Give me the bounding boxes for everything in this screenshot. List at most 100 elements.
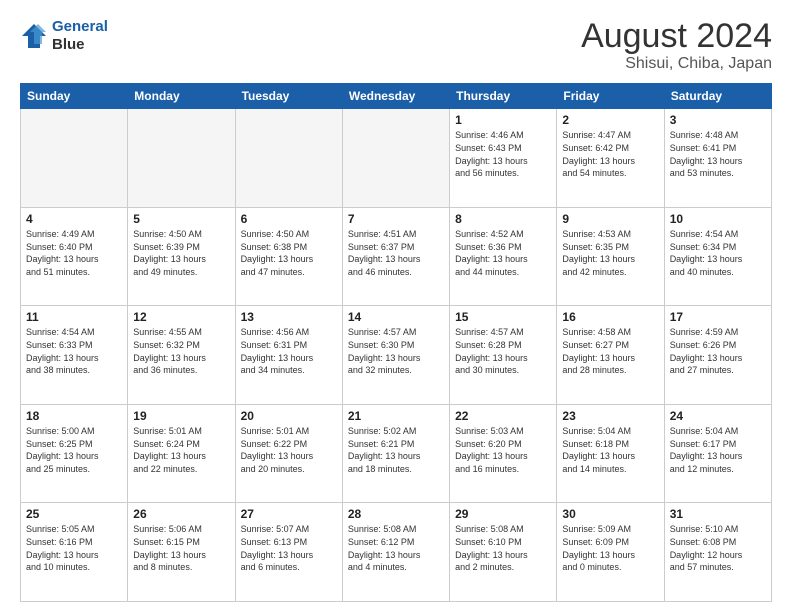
day-number: 8 [455,212,551,226]
day-info: Sunrise: 5:10 AM Sunset: 6:08 PM Dayligh… [670,523,766,573]
week-row: 1 Sunrise: 4:46 AM Sunset: 6:43 PM Daylig… [21,109,772,208]
calendar-cell: 6 Sunrise: 4:50 AM Sunset: 6:38 PM Daylig… [235,207,342,306]
calendar-cell: 21Sunrise: 5:02 AM Sunset: 6:21 PM Dayli… [342,404,449,503]
day-info: Sunrise: 4:57 AM Sunset: 6:28 PM Dayligh… [455,326,551,376]
day-number: 10 [670,212,766,226]
day-number: 31 [670,507,766,521]
day-info: Sunrise: 5:01 AM Sunset: 6:22 PM Dayligh… [241,425,337,475]
calendar-cell: 19 Sunrise: 5:01 AM Sunset: 6:24 PM Dayli… [128,404,235,503]
calendar-cell: 4Sunrise: 4:49 AM Sunset: 6:40 PM Daylig… [21,207,128,306]
calendar-cell: 7 Sunrise: 4:51 AM Sunset: 6:37 PM Daylig… [342,207,449,306]
calendar-cell: 5 Sunrise: 4:50 AM Sunset: 6:39 PM Daylig… [128,207,235,306]
day-number: 11 [26,310,122,324]
day-info: Sunrise: 4:55 AM Sunset: 6:32 PM Dayligh… [133,326,229,376]
day-number: 23 [562,409,658,423]
title-block: August 2024 Shisui, Chiba, Japan [581,18,772,73]
calendar-cell [235,109,342,208]
day-info: Sunrise: 5:04 AM Sunset: 6:17 PM Dayligh… [670,425,766,475]
day-info: Sunrise: 4:53 AM Sunset: 6:35 PM Dayligh… [562,228,658,278]
day-info: Sunrise: 4:46 AM Sunset: 6:43 PM Dayligh… [455,129,551,179]
day-info: Sunrise: 4:50 AM Sunset: 6:38 PM Dayligh… [241,228,337,278]
header: General Blue August 2024 Shisui, Chiba, … [20,18,772,73]
day-number: 22 [455,409,551,423]
logo-line1: General [52,18,108,35]
day-info: Sunrise: 4:47 AM Sunset: 6:42 PM Dayligh… [562,129,658,179]
page: General Blue August 2024 Shisui, Chiba, … [0,0,792,612]
day-info: Sunrise: 4:57 AM Sunset: 6:30 PM Dayligh… [348,326,444,376]
day-info: Sunrise: 4:56 AM Sunset: 6:31 PM Dayligh… [241,326,337,376]
day-info: Sunrise: 4:48 AM Sunset: 6:41 PM Dayligh… [670,129,766,179]
day-number: 7 [348,212,444,226]
day-info: Sunrise: 4:50 AM Sunset: 6:39 PM Dayligh… [133,228,229,278]
calendar-cell: 15 Sunrise: 4:57 AM Sunset: 6:28 PM Dayli… [450,306,557,405]
calendar-cell: 9 Sunrise: 4:53 AM Sunset: 6:35 PM Daylig… [557,207,664,306]
day-info: Sunrise: 4:52 AM Sunset: 6:36 PM Dayligh… [455,228,551,278]
day-info: Sunrise: 5:02 AM Sunset: 6:21 PM Dayligh… [348,425,444,475]
day-info: Sunrise: 4:58 AM Sunset: 6:27 PM Dayligh… [562,326,658,376]
day-number: 19 [133,409,229,423]
calendar-cell: 18 Sunrise: 5:00 AM Sunset: 6:25 PM Dayli… [21,404,128,503]
calendar-cell: 23 Sunrise: 5:04 AM Sunset: 6:18 PM Dayli… [557,404,664,503]
day-info: Sunrise: 5:05 AM Sunset: 6:16 PM Dayligh… [26,523,122,573]
calendar-day-header: Thursday [450,84,557,109]
day-info: Sunrise: 4:49 AM Sunset: 6:40 PM Dayligh… [26,228,122,278]
logo: General Blue [20,18,108,54]
day-number: 17 [670,310,766,324]
day-info: Sunrise: 5:06 AM Sunset: 6:15 PM Dayligh… [133,523,229,573]
day-number: 9 [562,212,658,226]
calendar-day-header: Sunday [21,84,128,109]
day-number: 14 [348,310,444,324]
calendar-cell: 24 Sunrise: 5:04 AM Sunset: 6:17 PM Dayli… [664,404,771,503]
day-number: 15 [455,310,551,324]
calendar-cell: 12 Sunrise: 4:55 AM Sunset: 6:32 PM Dayli… [128,306,235,405]
calendar-cell: 25Sunrise: 5:05 AM Sunset: 6:16 PM Dayli… [21,503,128,602]
day-info: Sunrise: 5:01 AM Sunset: 6:24 PM Dayligh… [133,425,229,475]
day-number: 1 [455,113,551,127]
calendar-cell: 31 Sunrise: 5:10 AM Sunset: 6:08 PM Dayli… [664,503,771,602]
day-number: 3 [670,113,766,127]
calendar-cell: 8 Sunrise: 4:52 AM Sunset: 6:36 PM Daylig… [450,207,557,306]
calendar-cell: 27Sunrise: 5:07 AM Sunset: 6:13 PM Dayli… [235,503,342,602]
day-number: 6 [241,212,337,226]
day-number: 30 [562,507,658,521]
calendar-cell: 26 Sunrise: 5:06 AM Sunset: 6:15 PM Dayli… [128,503,235,602]
calendar-cell: 28Sunrise: 5:08 AM Sunset: 6:12 PM Dayli… [342,503,449,602]
calendar-cell: 14 Sunrise: 4:57 AM Sunset: 6:30 PM Dayli… [342,306,449,405]
week-row: 18 Sunrise: 5:00 AM Sunset: 6:25 PM Dayli… [21,404,772,503]
calendar-day-header: Friday [557,84,664,109]
day-number: 12 [133,310,229,324]
day-number: 18 [26,409,122,423]
calendar-cell: 11 Sunrise: 4:54 AM Sunset: 6:33 PM Dayli… [21,306,128,405]
day-number: 20 [241,409,337,423]
day-info: Sunrise: 4:54 AM Sunset: 6:33 PM Dayligh… [26,326,122,376]
day-info: Sunrise: 5:00 AM Sunset: 6:25 PM Dayligh… [26,425,122,475]
day-info: Sunrise: 4:51 AM Sunset: 6:37 PM Dayligh… [348,228,444,278]
calendar-day-header: Saturday [664,84,771,109]
calendar-cell: 1 Sunrise: 4:46 AM Sunset: 6:43 PM Daylig… [450,109,557,208]
calendar-day-header: Monday [128,84,235,109]
calendar-cell [21,109,128,208]
day-number: 27 [241,507,337,521]
calendar-cell: 16Sunrise: 4:58 AM Sunset: 6:27 PM Dayli… [557,306,664,405]
calendar-cell: 3 Sunrise: 4:48 AM Sunset: 6:41 PM Daylig… [664,109,771,208]
calendar-cell: 13 Sunrise: 4:56 AM Sunset: 6:31 PM Dayli… [235,306,342,405]
calendar-cell: 10 Sunrise: 4:54 AM Sunset: 6:34 PM Dayli… [664,207,771,306]
day-info: Sunrise: 5:08 AM Sunset: 6:12 PM Dayligh… [348,523,444,573]
calendar-day-header: Tuesday [235,84,342,109]
day-number: 26 [133,507,229,521]
logo-text: General Blue [52,18,108,54]
calendar-table: SundayMondayTuesdayWednesdayThursdayFrid… [20,83,772,602]
calendar-cell: 29Sunrise: 5:08 AM Sunset: 6:10 PM Dayli… [450,503,557,602]
calendar-cell: 2Sunrise: 4:47 AM Sunset: 6:42 PM Daylig… [557,109,664,208]
calendar-day-header: Wednesday [342,84,449,109]
calendar-cell: 20 Sunrise: 5:01 AM Sunset: 6:22 PM Dayli… [235,404,342,503]
day-number: 13 [241,310,337,324]
day-info: Sunrise: 5:04 AM Sunset: 6:18 PM Dayligh… [562,425,658,475]
day-number: 5 [133,212,229,226]
logo-line2: Blue [52,36,108,54]
calendar-header-row: SundayMondayTuesdayWednesdayThursdayFrid… [21,84,772,109]
day-number: 29 [455,507,551,521]
day-info: Sunrise: 4:54 AM Sunset: 6:34 PM Dayligh… [670,228,766,278]
day-number: 24 [670,409,766,423]
calendar-cell: 30Sunrise: 5:09 AM Sunset: 6:09 PM Dayli… [557,503,664,602]
